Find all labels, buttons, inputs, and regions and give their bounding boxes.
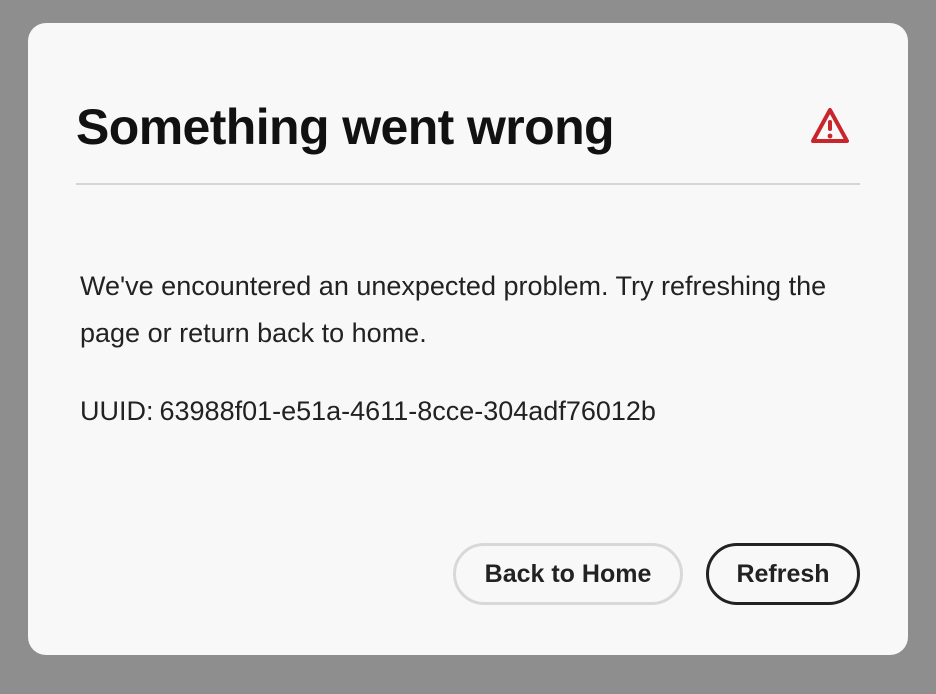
header-divider — [76, 183, 860, 185]
error-message: We've encountered an unexpected problem.… — [80, 271, 827, 348]
dialog-title: Something went wrong — [76, 99, 615, 155]
error-dialog: Something went wrong We've encountered a… — [28, 23, 908, 655]
alert-triangle-icon — [810, 107, 850, 145]
dialog-header: Something went wrong — [76, 97, 860, 185]
refresh-button[interactable]: Refresh — [706, 543, 860, 605]
uuid-label: UUID: — [80, 396, 154, 426]
uuid-value: 63988f01-e51a-4611-8cce-304adf76012b — [159, 396, 656, 426]
back-to-home-button[interactable]: Back to Home — [453, 543, 683, 605]
uuid-line: UUID: 63988f01-e51a-4611-8cce-304adf76012… — [80, 391, 656, 431]
